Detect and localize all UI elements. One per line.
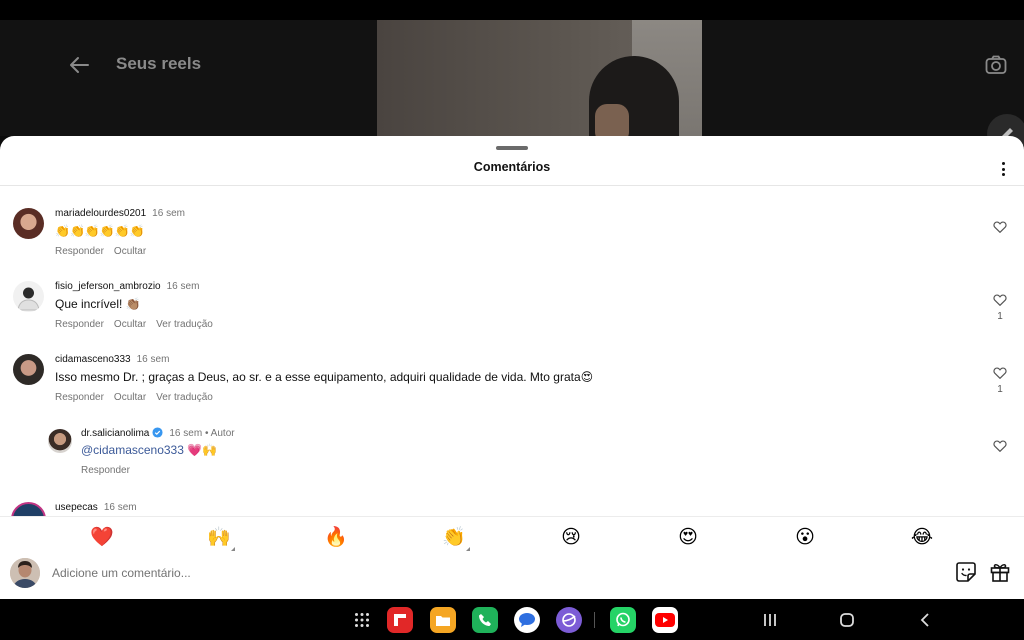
comment-text: @cidamasceno333 💗🙌 bbox=[81, 443, 218, 457]
comment-username[interactable]: dr.salicianolima 16 sem • Autor bbox=[81, 427, 235, 439]
like-count: 1 bbox=[997, 384, 1003, 395]
apps-grid-icon[interactable] bbox=[350, 608, 374, 632]
comment-input[interactable] bbox=[52, 562, 932, 584]
sheet-title: Comentários bbox=[473, 160, 551, 174]
comment-compose-row bbox=[0, 558, 1024, 599]
comment-time: 16 sem bbox=[103, 502, 137, 513]
comment-text: Isso mesmo Dr. ; graças a Deus, ao sr. e… bbox=[55, 370, 594, 384]
status-bar bbox=[0, 0, 1024, 20]
avatar bbox=[10, 558, 40, 588]
like-count: 1 bbox=[997, 311, 1003, 322]
page-title: Seus reels bbox=[116, 54, 202, 73]
youtube-icon[interactable] bbox=[652, 607, 678, 633]
comment-username[interactable]: fisio_jeferson_ambrozio 16 sem bbox=[55, 281, 199, 292]
camera-icon[interactable] bbox=[982, 51, 1010, 79]
emoji-fire[interactable]: 🔥 bbox=[322, 525, 350, 551]
taskbar-divider bbox=[594, 612, 595, 628]
comment-time: 16 sem bbox=[152, 208, 185, 219]
whatsapp-icon[interactable] bbox=[610, 607, 636, 633]
comment-username[interactable]: mariadelourdes0201 16 sem bbox=[55, 208, 185, 219]
emoji-crying[interactable]: 😢 bbox=[557, 525, 585, 551]
comment-text: Que incrível! 👏🏽 bbox=[55, 297, 141, 311]
comment-username[interactable]: cidamasceno333 16 sem bbox=[55, 354, 169, 365]
emoji-clapping[interactable]: 👏 bbox=[440, 525, 470, 551]
recents-button[interactable] bbox=[758, 608, 782, 632]
back-button[interactable] bbox=[913, 608, 937, 632]
sticker-icon[interactable] bbox=[955, 561, 977, 583]
avatar[interactable] bbox=[13, 354, 44, 385]
hide-button[interactable]: Ocultar bbox=[114, 246, 146, 257]
heart-outline-icon[interactable] bbox=[991, 438, 1009, 454]
comment-text: 👏👏👏👏👏👏 bbox=[55, 224, 145, 238]
comment-actions: Responder Ocultar Ver tradução bbox=[55, 319, 223, 330]
hide-button[interactable]: Ocultar bbox=[114, 319, 146, 330]
gift-icon[interactable] bbox=[989, 561, 1011, 583]
avatar[interactable] bbox=[48, 429, 72, 453]
emoji-quick-bar: ❤️ 🙌 🔥 👏 😢 😍 😮 😂 bbox=[0, 516, 1024, 558]
hide-button[interactable]: Ocultar bbox=[114, 392, 146, 403]
back-arrow-icon[interactable] bbox=[64, 50, 94, 80]
internet-icon[interactable] bbox=[556, 607, 582, 633]
emoji-laughing[interactable]: 😂 bbox=[908, 525, 936, 551]
comment-time: 16 sem bbox=[169, 428, 203, 439]
emoji-surprised[interactable]: 😮 bbox=[791, 525, 819, 551]
avatar[interactable] bbox=[13, 208, 44, 239]
author-tag: • Autor bbox=[204, 428, 235, 439]
mention-link[interactable]: @cidamasceno333 bbox=[81, 443, 184, 457]
comment-actions: Responder Ocultar bbox=[55, 246, 156, 257]
phone-icon[interactable] bbox=[472, 607, 498, 633]
emoji-heart[interactable]: ❤️ bbox=[88, 525, 116, 551]
avatar[interactable] bbox=[11, 502, 46, 516]
comment-actions: Responder bbox=[81, 465, 140, 476]
messages-icon[interactable] bbox=[514, 607, 540, 633]
comments-list[interactable]: mariadelourdes0201 16 sem 👏👏👏👏👏👏 Responde… bbox=[0, 186, 1024, 516]
see-translation-button[interactable]: Ver tradução bbox=[156, 392, 213, 403]
see-translation-button[interactable]: Ver tradução bbox=[156, 319, 213, 330]
sheet-drag-handle[interactable] bbox=[496, 146, 528, 150]
reply-button[interactable]: Responder bbox=[55, 392, 104, 403]
comment-time: 16 sem bbox=[166, 281, 200, 292]
system-taskbar bbox=[0, 599, 1024, 640]
avatar[interactable] bbox=[13, 281, 44, 312]
reel-video-preview[interactable] bbox=[377, 20, 702, 136]
emoji-raised-hands[interactable]: 🙌 bbox=[205, 525, 235, 551]
home-button[interactable] bbox=[835, 608, 859, 632]
reply-button[interactable]: Responder bbox=[81, 465, 130, 476]
heart-outline-icon[interactable] bbox=[991, 292, 1009, 308]
comment-time: 16 sem bbox=[136, 354, 170, 365]
heart-outline-icon[interactable] bbox=[991, 219, 1009, 235]
comment-actions: Responder Ocultar Ver tradução bbox=[55, 392, 223, 403]
reply-button[interactable]: Responder bbox=[55, 319, 104, 330]
comment-username[interactable]: usepecas 16 sem bbox=[55, 502, 137, 513]
heart-outline-icon[interactable] bbox=[991, 365, 1009, 381]
emoji-heart-eyes[interactable]: 😍 bbox=[674, 525, 702, 551]
screen: Seus reels Comentários mariadelourdes020… bbox=[0, 0, 1024, 640]
flipboard-icon[interactable] bbox=[387, 607, 413, 633]
reply-button[interactable]: Responder bbox=[55, 246, 104, 257]
comments-sheet: Comentários mariadelourdes0201 16 sem 👏👏👏… bbox=[0, 136, 1024, 599]
verified-badge-icon bbox=[152, 427, 163, 438]
more-vertical-icon[interactable] bbox=[993, 158, 1013, 180]
my-files-icon[interactable] bbox=[430, 607, 456, 633]
